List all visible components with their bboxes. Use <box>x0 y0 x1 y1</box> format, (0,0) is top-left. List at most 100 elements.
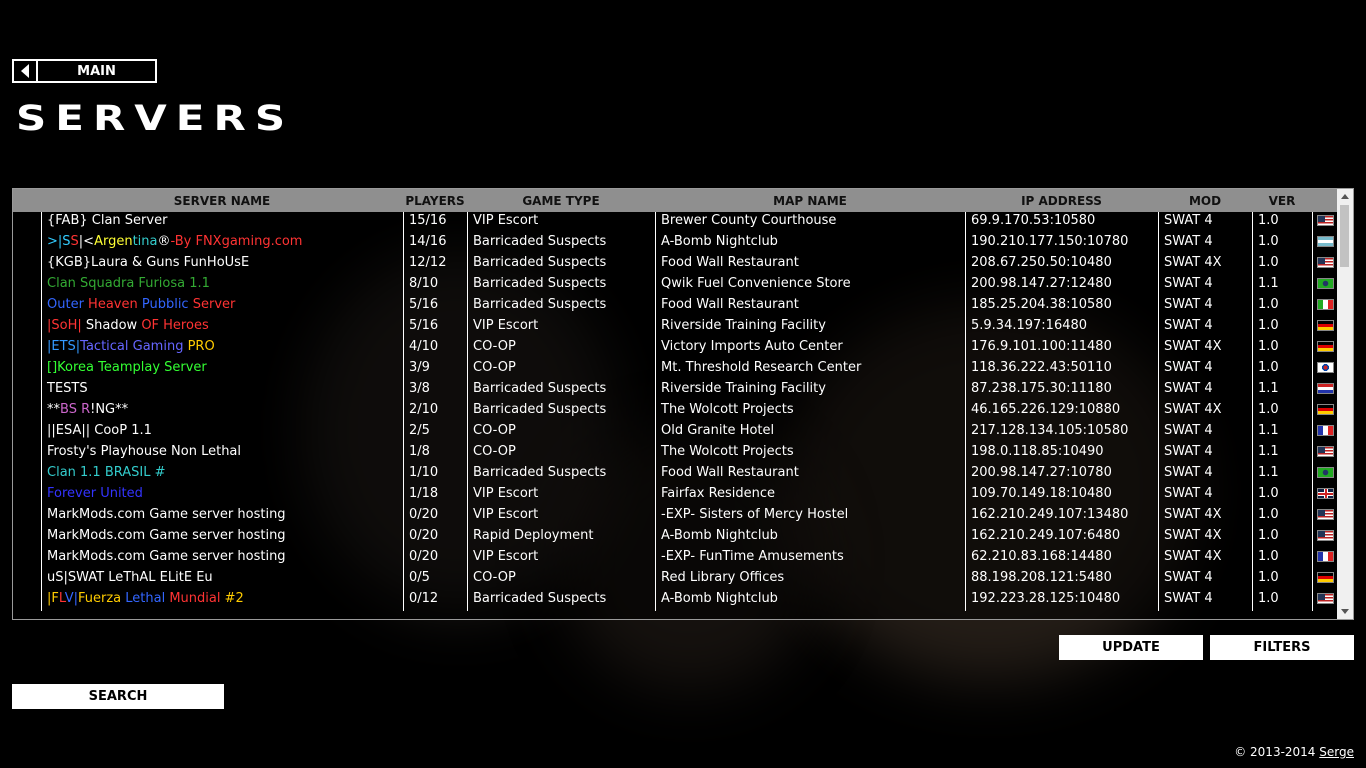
table-row[interactable]: MarkMods.com Game server hosting 0/20 VIP … <box>13 506 1338 527</box>
game-type-cell: Barricaded Suspects <box>467 254 655 275</box>
filters-button[interactable]: FILTERS <box>1210 635 1354 660</box>
players-cell: 1/10 <box>403 464 467 485</box>
server-name-segment: MarkMods.com Game server hosting <box>47 528 286 543</box>
game-type-cell: CO-OP <box>467 359 655 380</box>
back-arrow-icon[interactable] <box>14 61 38 81</box>
flag-cell <box>1312 485 1338 506</box>
table-scrollbar[interactable] <box>1337 189 1353 619</box>
mod-cell: SWAT 4X <box>1158 338 1252 359</box>
server-name-segment: ** <box>115 402 129 417</box>
table-row[interactable]: Frosty's Playhouse Non Lethal 1/8 CO-OP The… <box>13 443 1338 464</box>
server-name-cell: Outer Heaven Pubblic Server <box>41 296 403 317</box>
server-name-cell: uS|SWAT LeThAL ELitE Eu <box>41 569 403 590</box>
players-cell: 15/16 <box>403 212 467 233</box>
col-header-server-name[interactable]: SERVER NAME <box>41 189 403 212</box>
players-cell: 0/12 <box>403 590 467 611</box>
author-link[interactable]: Serge <box>1319 745 1354 759</box>
server-name-segment: Server <box>192 297 236 312</box>
row-spacer <box>13 359 41 380</box>
table-row[interactable]: MarkMods.com Game server hosting 0/20 Rapi… <box>13 527 1338 548</box>
flag-nl-icon <box>1317 383 1334 394</box>
server-name-segment: tina <box>132 234 158 249</box>
server-name-segment: |SoH| <box>47 318 86 333</box>
server-name-segment: FNXgaming.com <box>195 234 303 249</box>
version-cell: 1.0 <box>1252 296 1312 317</box>
table-row[interactable]: MarkMods.com Game server hosting 0/20 VIP … <box>13 548 1338 569</box>
flag-us-icon <box>1317 530 1334 541</box>
col-header-map-name[interactable]: MAP NAME <box>655 189 965 212</box>
game-type-cell: Barricaded Suspects <box>467 296 655 317</box>
version-cell: 1.0 <box>1252 317 1312 338</box>
map-name-cell: Mt. Threshold Research Center <box>655 359 965 380</box>
col-header-game-type[interactable]: GAME TYPE <box>467 189 655 212</box>
ip-address-cell: 200.98.147.27:10780 <box>965 464 1158 485</box>
players-cell: 5/16 <box>403 317 467 338</box>
flag-br-icon <box>1317 467 1334 478</box>
scrollbar-thumb[interactable] <box>1340 205 1349 267</box>
table-row[interactable]: TESTS 3/8 Barricaded Suspects Riverside Tra… <box>13 380 1338 401</box>
version-cell: 1.0 <box>1252 233 1312 254</box>
version-cell: 1.1 <box>1252 422 1312 443</box>
flag-us-icon <box>1317 593 1334 604</box>
version-cell: 1.1 <box>1252 275 1312 296</box>
col-header-players[interactable]: PLAYERS <box>403 189 467 212</box>
table-row[interactable]: |ETS|Tactical Gaming PRO 4/10 CO-OP Victory… <box>13 338 1338 359</box>
server-name-cell: MarkMods.com Game server hosting <box>41 548 403 569</box>
row-spacer <box>13 548 41 569</box>
row-spacer <box>13 233 41 254</box>
server-name-cell: TESTS <box>41 380 403 401</box>
game-type-cell: Barricaded Suspects <box>467 233 655 254</box>
ip-address-cell: 46.165.226.129:10880 <box>965 401 1158 422</box>
footer: © 2013-2014 Serge <box>1234 745 1354 759</box>
col-header-blank[interactable] <box>13 189 41 212</box>
server-name-segment: []Korea Teamplay Server <box>47 360 207 375</box>
mod-cell: SWAT 4 <box>1158 359 1252 380</box>
server-name-cell: Forever United <box>41 485 403 506</box>
server-name-segment: |F <box>47 591 59 606</box>
table-row[interactable]: **BS R!NG** 2/10 Barricaded Suspects The Wo… <box>13 401 1338 422</box>
map-name-cell: Old Granite Hotel <box>655 422 965 443</box>
version-cell: 1.0 <box>1252 485 1312 506</box>
row-spacer <box>13 296 41 317</box>
table-row[interactable]: Forever United 1/18 VIP Escort Fairfax Resi… <box>13 485 1338 506</box>
table-row[interactable]: |SoH| Shadow OF Heroes 5/16 VIP Escort Rive… <box>13 317 1338 338</box>
col-header-ver[interactable]: VER <box>1252 189 1312 212</box>
flag-cell <box>1312 506 1338 527</box>
ip-address-cell: 198.0.118.85:10490 <box>965 443 1158 464</box>
search-button[interactable]: SEARCH <box>12 684 224 709</box>
map-name-cell: A-Bomb Nightclub <box>655 590 965 611</box>
version-cell: 1.0 <box>1252 212 1312 233</box>
scroll-down-arrow-icon[interactable] <box>1341 609 1349 614</box>
ip-address-cell: 208.67.250.50:10480 <box>965 254 1158 275</box>
game-type-cell: CO-OP <box>467 443 655 464</box>
version-cell: 1.0 <box>1252 338 1312 359</box>
map-name-cell: The Wolcott Projects <box>655 443 965 464</box>
col-header-mod[interactable]: MOD <box>1158 189 1252 212</box>
table-row[interactable]: ||ESA|| CooP 1.1 2/5 CO-OP Old Granite Hote… <box>13 422 1338 443</box>
table-row[interactable]: Clan Squadra Furiosa 1.1 8/10 Barricaded S… <box>13 275 1338 296</box>
table-row[interactable]: {FAB} Clan Server 15/16 VIP Escort Brewer C… <box>13 212 1338 233</box>
table-body: {FAB} Clan Server 15/16 VIP Escort Brewer C… <box>13 212 1338 611</box>
table-row[interactable]: Outer Heaven Pubblic Server 5/16 Barricade… <box>13 296 1338 317</box>
col-header-flag[interactable] <box>1312 189 1338 212</box>
table-row[interactable]: uS|SWAT LeThAL ELitE Eu 0/5 CO-OP Red Libra… <box>13 569 1338 590</box>
table-row[interactable]: >|SS|<Argentina®-By FNXgaming.com 14/16 Ba… <box>13 233 1338 254</box>
game-type-cell: VIP Escort <box>467 548 655 569</box>
table-row[interactable]: Clan 1.1 BRASIL # 1/10 Barricaded Suspects… <box>13 464 1338 485</box>
table-row[interactable]: {KGB}Laura & Guns FunHoUsE 12/12 Barricade… <box>13 254 1338 275</box>
row-spacer <box>13 401 41 422</box>
server-name-segment: |< <box>78 234 95 249</box>
flag-cell <box>1312 464 1338 485</box>
ip-address-cell: 69.9.170.53:10580 <box>965 212 1158 233</box>
map-name-cell: The Wolcott Projects <box>655 401 965 422</box>
table-row[interactable]: []Korea Teamplay Server 3/9 CO-OP Mt. Thres… <box>13 359 1338 380</box>
server-name-segment: {KGB}Laura & Guns FunHoUsE <box>47 255 250 270</box>
table-row[interactable]: |FLV|Fuerza Lethal Mundial #2 0/12 Barrica… <box>13 590 1338 611</box>
update-button[interactable]: UPDATE <box>1059 635 1203 660</box>
server-name-segment: Pubblic <box>141 297 193 312</box>
players-cell: 2/10 <box>403 401 467 422</box>
col-header-ip-address[interactable]: IP ADDRESS <box>965 189 1158 212</box>
server-name-segment: PRO <box>187 339 215 354</box>
main-button[interactable]: MAIN <box>12 59 157 83</box>
scroll-up-arrow-icon[interactable] <box>1341 194 1349 199</box>
